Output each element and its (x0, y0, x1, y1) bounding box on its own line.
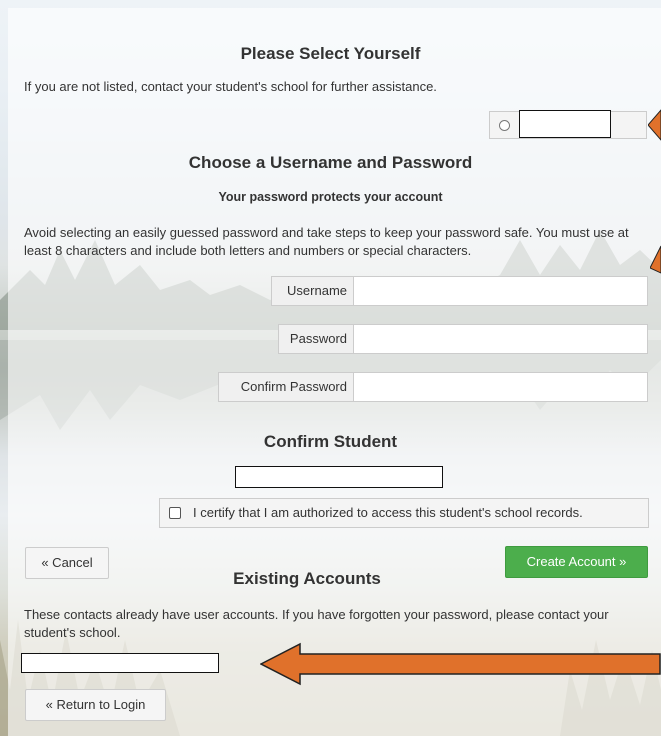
password-protects-subtitle: Your password protects your account (218, 190, 443, 204)
annotation-arrow-icon (650, 245, 661, 274)
username-field[interactable] (353, 276, 648, 306)
confirm-password-label: Confirm Password (218, 372, 353, 402)
username-label: Username (271, 276, 353, 306)
username-input[interactable] (354, 277, 647, 305)
not-listed-note: If you are not listed, contact your stud… (24, 79, 437, 94)
redacted-student-name (235, 466, 443, 488)
redacted-existing-contact (21, 653, 219, 673)
confirm-password-input[interactable] (354, 373, 647, 401)
redacted-contact-name (519, 110, 611, 138)
select-yourself-heading: Please Select Yourself (240, 44, 421, 63)
password-field[interactable] (353, 324, 648, 354)
certify-option[interactable]: I certify that I am authorized to access… (159, 498, 649, 528)
existing-accounts-note: These contacts already have user account… (24, 607, 609, 640)
confirm-student-heading: Confirm Student (263, 432, 398, 451)
password-instructions: Avoid selecting an easily guessed passwo… (24, 225, 629, 258)
certify-checkbox[interactable] (169, 507, 181, 519)
contact-radio[interactable] (499, 120, 510, 131)
return-to-login-button[interactable]: « Return to Login (25, 689, 166, 721)
annotation-arrow-icon (648, 109, 661, 141)
existing-accounts-heading: Existing Accounts (233, 569, 381, 588)
annotation-arrow-icon (260, 642, 661, 686)
contact-option[interactable] (489, 110, 647, 139)
credentials-heading: Choose a Username and Password (188, 153, 473, 172)
password-label: Password (278, 324, 353, 354)
confirm-password-field[interactable] (353, 372, 648, 402)
certify-label: I certify that I am authorized to access… (193, 505, 583, 520)
password-input[interactable] (354, 325, 647, 353)
